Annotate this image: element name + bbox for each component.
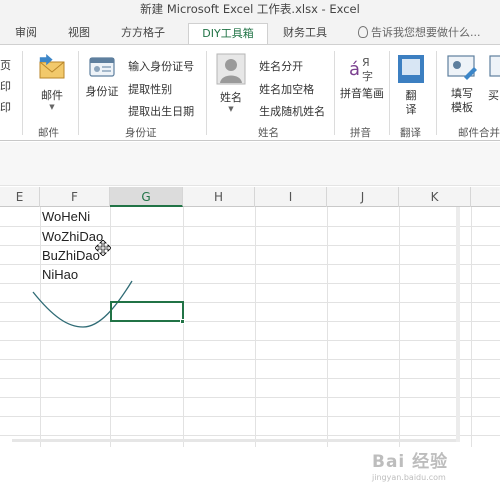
group-separator: [78, 51, 79, 135]
tell-me-placeholder: 告诉我您想要做什么...: [371, 26, 481, 39]
extract-gender-label: 提取性别: [128, 83, 173, 96]
name-add-space-label: 姓名加空格: [259, 83, 315, 96]
envelope-icon: [39, 54, 65, 79]
formula-bar-area: [0, 142, 500, 186]
group-label-id-card: 身份证: [125, 127, 157, 139]
svg-text:á: á: [349, 59, 360, 80]
column-header-k[interactable]: K: [399, 187, 471, 207]
column-header-e[interactable]: E: [0, 187, 40, 207]
pinyin-button[interactable]: á Я 字 拼音笔画: [340, 53, 384, 101]
column-header-i[interactable]: I: [255, 187, 327, 207]
input-id-number-label: 输入身份证号: [128, 60, 195, 73]
tab-view[interactable]: 视图: [68, 23, 90, 44]
baidu-jingyan-watermark: Bai 经验 jingyan.baidu.com: [372, 447, 482, 485]
column-header-partial[interactable]: [471, 187, 500, 207]
chevron-down-icon: ▼: [228, 105, 234, 113]
active-cell-g6[interactable]: [110, 301, 184, 322]
name-button[interactable]: 姓名 ▼: [214, 53, 248, 113]
translate-icon: [398, 55, 424, 83]
input-id-number-button[interactable]: 输入身份证号: [123, 55, 194, 74]
partial-button-label: 买: [488, 89, 499, 102]
partial-item-3[interactable]: 印: [0, 99, 11, 115]
id-card-button[interactable]: 身份证: [85, 53, 119, 99]
random-name-button[interactable]: 生成随机姓名: [254, 100, 325, 119]
extract-birthday-button[interactable]: 提取出生日期: [123, 100, 194, 119]
column-header-h[interactable]: H: [183, 187, 255, 207]
translate-button-label: 翻译: [405, 89, 417, 116]
partial-button[interactable]: 买: [488, 53, 500, 103]
watermark-subtext: jingyan.baidu.com: [372, 473, 446, 482]
ribbon: 页 印 印 邮件 ▼ 邮件 身份证 输入身份证号 提取性别 提取出生日期 身份证…: [0, 44, 500, 141]
mail-button[interactable]: 邮件 ▼: [32, 53, 72, 111]
group-label-translate: 翻译: [400, 127, 421, 139]
split-name-button[interactable]: 姓名分开: [254, 55, 303, 74]
tell-me-box[interactable]: 告诉我您想要做什么...: [358, 23, 481, 43]
tab-diy-toolbox[interactable]: DIY工具箱: [188, 23, 268, 44]
group-label-mail: 邮件: [38, 127, 59, 139]
pinyin-button-label: 拼音笔画: [340, 87, 384, 100]
group-separator: [436, 51, 437, 135]
svg-text:字: 字: [362, 69, 373, 83]
split-name-label: 姓名分开: [259, 60, 304, 73]
fill-template-button[interactable]: 填写模板: [444, 53, 480, 115]
group-separator: [22, 51, 23, 135]
title-bar: 新建 Microsoft Excel 工作表.xlsx - Excel: [0, 0, 500, 20]
group-label-name: 姓名: [258, 127, 279, 139]
lightbulb-icon: [358, 26, 368, 38]
extract-birthday-label: 提取出生日期: [128, 105, 195, 118]
person-icon: [216, 53, 246, 85]
move-cursor-icon: [95, 240, 111, 256]
name-add-space-button[interactable]: 姓名加空格: [254, 78, 314, 97]
group-label-pinyin: 拼音: [350, 127, 371, 139]
column-header-g[interactable]: G: [110, 187, 183, 207]
fill-template-label: 填写模板: [451, 87, 473, 114]
pinyin-icon: á Я 字: [349, 56, 373, 83]
cell-f1[interactable]: WoHeNi: [42, 209, 90, 224]
name-button-label: 姓名: [220, 91, 242, 104]
partial-item-1[interactable]: 页: [0, 57, 11, 73]
watermark-text: Bai 经验: [372, 452, 449, 472]
random-name-label: 生成随机姓名: [259, 105, 326, 118]
svg-text:Я: Я: [362, 56, 370, 69]
partial-icon: [489, 55, 500, 77]
group-label-mail-merge: 邮件合并: [458, 127, 500, 139]
tab-finance-tools[interactable]: 财务工具: [283, 23, 327, 44]
chevron-down-icon: ▼: [49, 103, 55, 111]
id-card-button-label: 身份证: [85, 85, 119, 98]
id-card-icon: [89, 57, 115, 77]
tab-fangfanggezi[interactable]: 方方格子: [121, 23, 165, 44]
translate-button[interactable]: 翻译: [395, 53, 427, 117]
window-title: 新建 Microsoft Excel 工作表.xlsx - Excel: [140, 2, 360, 16]
tab-review[interactable]: 审阅: [15, 23, 37, 44]
group-separator: [334, 51, 335, 135]
partial-item-2[interactable]: 印: [0, 78, 11, 94]
fill-template-icon: [447, 55, 477, 80]
extract-gender-button[interactable]: 提取性别: [123, 78, 172, 97]
fill-handle[interactable]: [180, 319, 185, 324]
column-header-row: E F G H I J K: [0, 187, 500, 207]
column-header-j[interactable]: J: [327, 187, 399, 207]
cell-f2[interactable]: WoZhiDao: [42, 229, 103, 244]
mail-button-label: 邮件: [41, 89, 63, 102]
cell-f3[interactable]: BuZhiDao: [42, 248, 100, 263]
column-header-f[interactable]: F: [40, 187, 110, 207]
group-separator: [206, 51, 207, 135]
group-separator: [389, 51, 390, 135]
